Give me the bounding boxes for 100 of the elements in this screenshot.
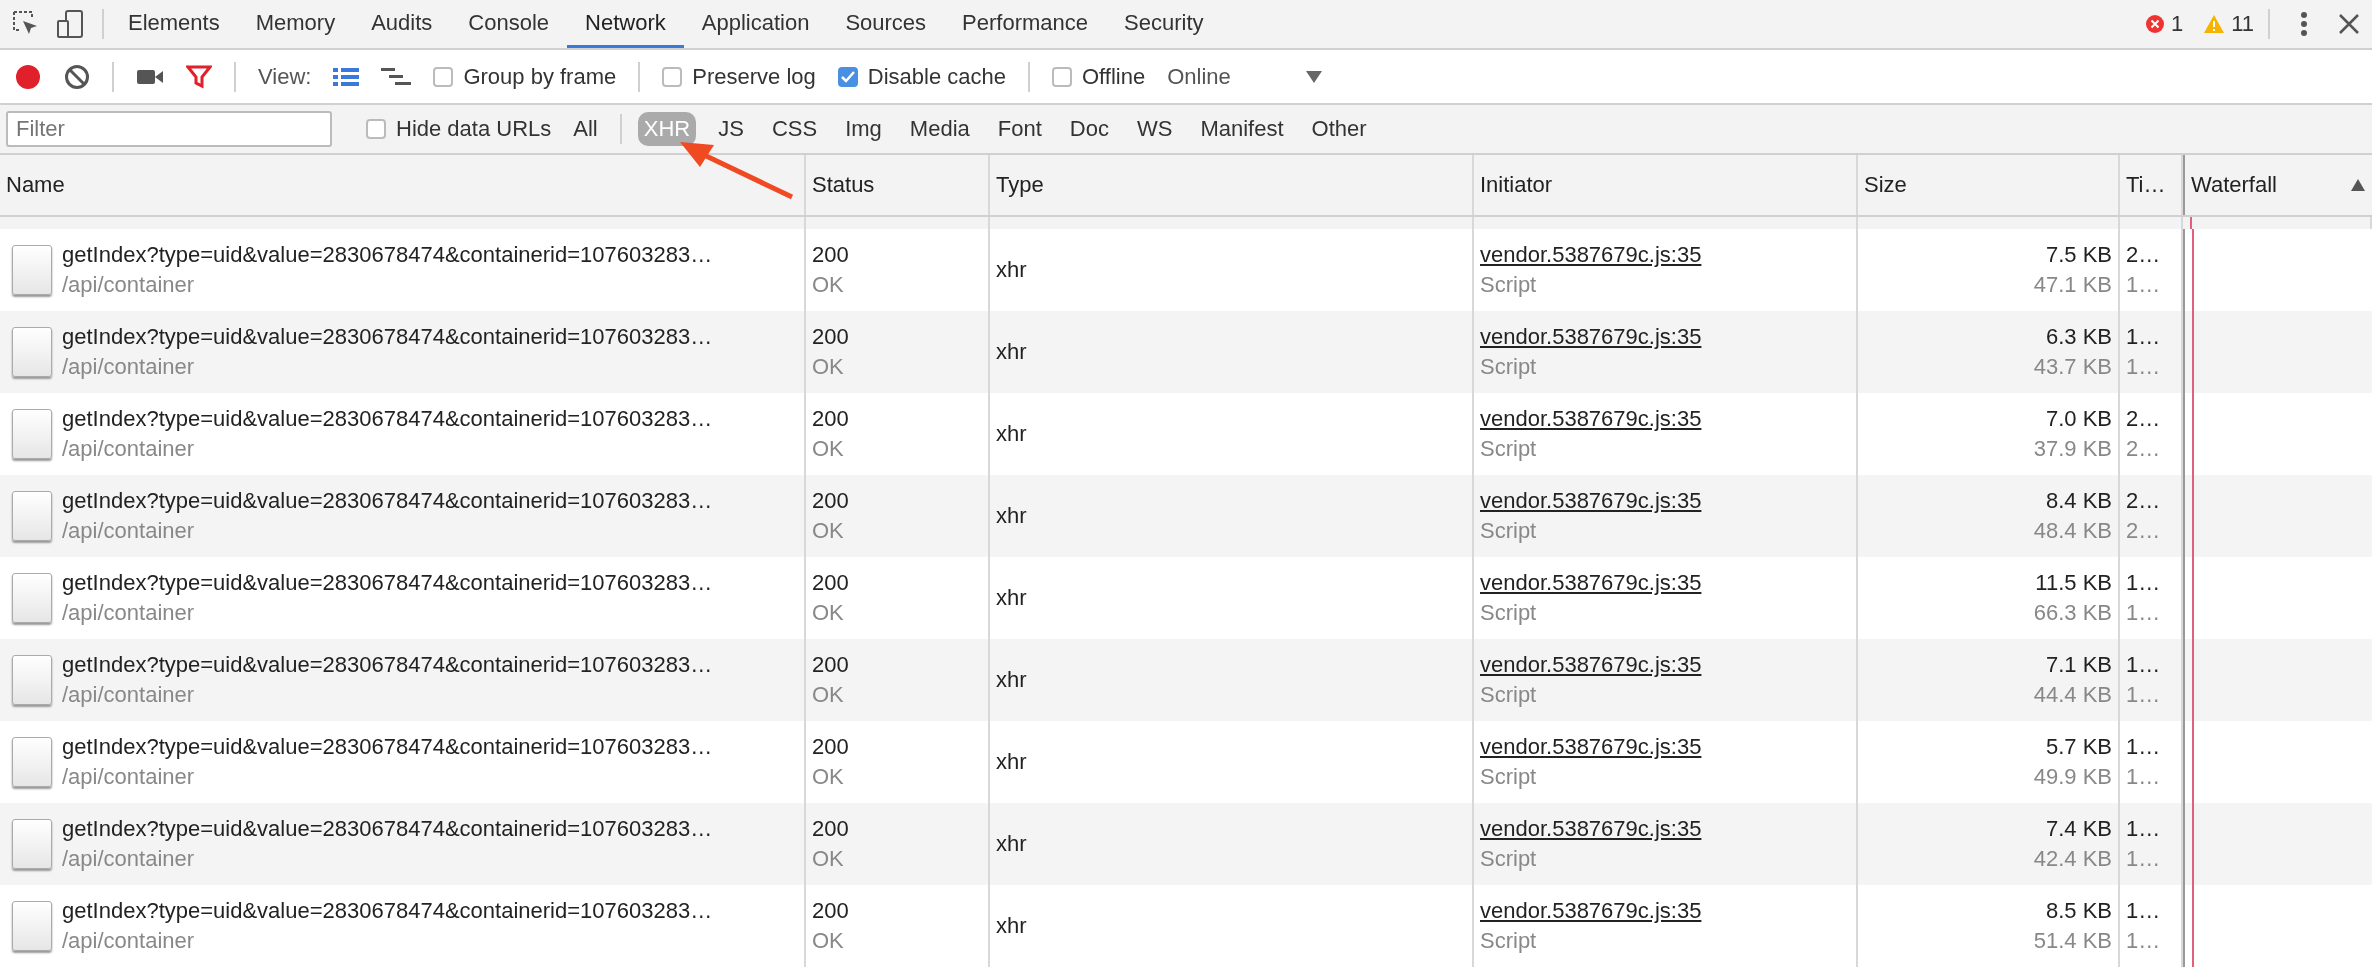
document-icon xyxy=(12,573,52,623)
latency-value: 1… xyxy=(2126,764,2162,790)
column-header[interactable]: Status xyxy=(812,172,875,198)
latency-value: 2… xyxy=(2126,518,2162,544)
request-path: /api/container xyxy=(62,272,196,298)
request-name[interactable]: getIndex?type=uid&value=2830678474&containerid=107603283… xyxy=(62,898,713,924)
list-view-icon[interactable] xyxy=(333,66,360,87)
sort-icon[interactable] xyxy=(2350,178,2366,192)
document-icon xyxy=(12,819,52,869)
throttling-select[interactable]: Online xyxy=(1167,63,1231,90)
transfer-size: 8.4 KB xyxy=(2045,488,2112,514)
transfer-size: 7.4 KB xyxy=(2045,816,2112,842)
request-path: /api/container xyxy=(62,600,196,626)
type-filter-tab[interactable]: Manifest xyxy=(1194,112,1290,146)
status-code: 200 xyxy=(812,324,850,350)
transfer-size: 6.3 KB xyxy=(2045,324,2112,350)
close-icon[interactable] xyxy=(2338,13,2360,35)
column-header[interactable]: Initiator xyxy=(1480,172,1553,198)
request-name[interactable]: getIndex?type=uid&value=2830678474&containerid=107603283… xyxy=(62,652,713,678)
status-code: 200 xyxy=(812,898,850,924)
panel-tab[interactable]: Audits xyxy=(353,0,451,48)
initiator-link[interactable]: vendor.5387679c.js:35 xyxy=(1480,488,1850,514)
initiator-link[interactable]: vendor.5387679c.js:35 xyxy=(1480,242,1850,268)
checkbox[interactable] xyxy=(837,66,858,87)
initiator-link[interactable]: vendor.5387679c.js:35 xyxy=(1480,816,1850,842)
type-text: xhr xyxy=(996,339,1028,365)
request-path: /api/container xyxy=(62,518,196,544)
panel-tab[interactable]: Console xyxy=(450,0,568,48)
initiator-link[interactable]: vendor.5387679c.js:35 xyxy=(1480,652,1850,678)
panel-tab[interactable]: Performance xyxy=(944,0,1107,48)
column-header[interactable]: Ti… xyxy=(2126,172,2166,198)
panel-tab[interactable]: Sources xyxy=(827,0,945,48)
status-text: OK xyxy=(812,436,845,462)
type-text: xhr xyxy=(996,831,1028,857)
panel-tab[interactable]: Elements xyxy=(110,0,238,48)
warning-count: 11 xyxy=(2231,11,2254,37)
time-value: 2… xyxy=(2126,242,2162,268)
type-filter-tab[interactable]: All xyxy=(567,112,604,146)
initiator-link[interactable]: vendor.5387679c.js:35 xyxy=(1480,406,1850,432)
panel-tab[interactable]: Security xyxy=(1106,0,1222,48)
latency-value: 1… xyxy=(2126,272,2162,298)
warning-icon xyxy=(2203,14,2226,34)
time-value: 1… xyxy=(2126,898,2162,924)
document-icon xyxy=(12,737,52,787)
resource-size: 48.4 KB xyxy=(2033,518,2112,544)
type-filter-tab[interactable]: CSS xyxy=(765,112,824,146)
error-icon xyxy=(2144,14,2165,34)
clear-icon[interactable] xyxy=(64,63,90,90)
type-filter-tab[interactable]: Doc xyxy=(1063,112,1115,146)
status-code: 200 xyxy=(812,242,850,268)
document-icon xyxy=(12,491,52,541)
record-icon[interactable] xyxy=(14,62,42,91)
column-header[interactable]: Size xyxy=(1864,172,1907,198)
time-value: 2… xyxy=(2126,406,2162,432)
type-filter-tab[interactable]: Img xyxy=(839,112,888,146)
initiator-type: Script xyxy=(1480,764,1538,790)
initiator-link[interactable]: vendor.5387679c.js:35 xyxy=(1480,734,1850,760)
time-value: 1… xyxy=(2126,324,2162,350)
transfer-size: 11.5 KB xyxy=(2035,570,2112,596)
dropdown-caret-icon[interactable] xyxy=(1304,69,1323,84)
request-name[interactable]: getIndex?type=uid&value=2830678474&containerid=107603283… xyxy=(62,324,713,350)
panel-tab[interactable]: Application xyxy=(683,0,828,48)
time-value: 1… xyxy=(2126,652,2162,678)
initiator-link[interactable]: vendor.5387679c.js:35 xyxy=(1480,324,1850,350)
type-filter-tab[interactable]: WS xyxy=(1130,112,1179,146)
type-filter-tab[interactable]: Font xyxy=(991,112,1048,146)
error-count: 1 xyxy=(2170,11,2184,37)
request-name[interactable]: getIndex?type=uid&value=2830678474&containerid=107603283… xyxy=(62,488,713,514)
latency-value: 1… xyxy=(2126,354,2162,380)
resource-size: 43.7 KB xyxy=(2033,354,2112,380)
panel-tab[interactable]: Memory xyxy=(237,0,354,48)
request-name[interactable]: getIndex?type=uid&value=2830678474&containerid=107603283… xyxy=(62,406,713,432)
resource-size: 37.9 KB xyxy=(2033,436,2112,462)
device-icon[interactable] xyxy=(56,9,86,39)
more-icon[interactable] xyxy=(2300,11,2308,37)
initiator-type: Script xyxy=(1480,682,1538,708)
initiator-type: Script xyxy=(1480,436,1538,462)
request-name[interactable]: getIndex?type=uid&value=2830678474&containerid=107603283… xyxy=(62,242,713,268)
request-name[interactable]: getIndex?type=uid&value=2830678474&containerid=107603283… xyxy=(62,570,713,596)
request-name[interactable]: getIndex?type=uid&value=2830678474&containerid=107603283… xyxy=(62,734,713,760)
checkbox[interactable] xyxy=(662,66,683,87)
column-header[interactable]: Type xyxy=(996,172,1044,198)
type-filter-tab[interactable]: JS xyxy=(712,112,750,146)
type-filter-tab[interactable]: Other xyxy=(1305,112,1373,146)
checkbox[interactable] xyxy=(1051,66,1072,87)
initiator-link[interactable]: vendor.5387679c.js:35 xyxy=(1480,570,1850,596)
status-code: 200 xyxy=(812,488,850,514)
request-name[interactable]: getIndex?type=uid&value=2830678474&containerid=107603283… xyxy=(62,816,713,842)
resource-size: 66.3 KB xyxy=(2033,600,2112,626)
checkbox[interactable] xyxy=(366,119,386,139)
initiator-type: Script xyxy=(1480,846,1538,872)
status-text: OK xyxy=(812,682,845,708)
type-filter-tab[interactable]: Media xyxy=(903,112,976,146)
column-header[interactable]: Waterfall xyxy=(2191,172,2277,198)
initiator-link[interactable]: vendor.5387679c.js:35 xyxy=(1480,898,1850,924)
filter-field[interactable]: Filter xyxy=(6,111,332,147)
checkbox[interactable] xyxy=(433,66,454,87)
waterfall-view-icon[interactable] xyxy=(381,66,412,87)
filter-icon[interactable] xyxy=(186,63,212,90)
column-header[interactable]: Name xyxy=(6,172,65,198)
